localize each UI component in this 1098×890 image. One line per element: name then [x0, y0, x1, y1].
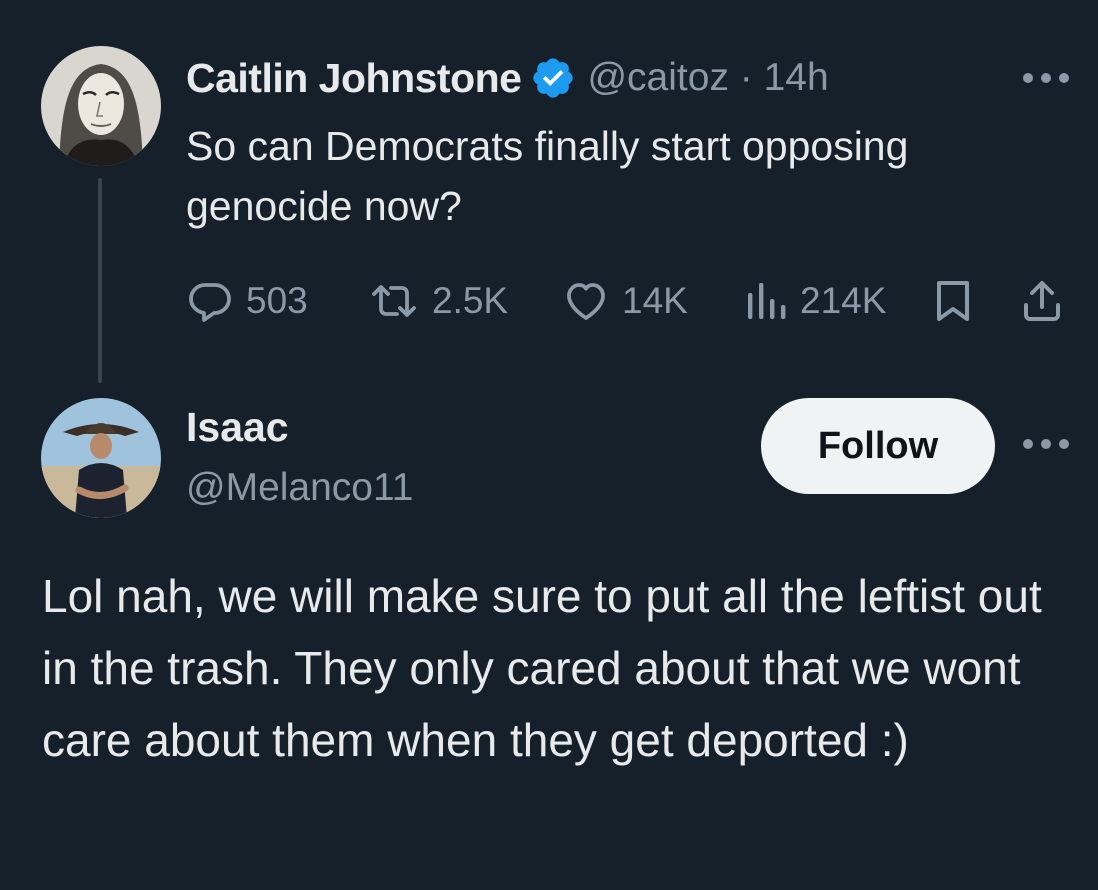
reply-count: 503 [246, 280, 308, 321]
views-icon [748, 283, 786, 319]
views-count: 214K [800, 280, 887, 321]
like-icon [567, 283, 605, 320]
reply-author-display-name[interactable]: Isaac [186, 404, 289, 451]
thread-connector-line [98, 178, 102, 383]
tweet-text: So can Democrats finally start opposing … [186, 123, 909, 229]
author-handle-timestamp[interactable]: @caitoz · 14h [587, 56, 828, 100]
retweet-icon [372, 285, 416, 317]
avatar-isaac[interactable] [41, 398, 161, 518]
share-icon [1024, 281, 1060, 321]
share-button[interactable] [1018, 276, 1066, 326]
tweet-header: Caitlin Johnstone @caitoz · 14h [186, 52, 829, 104]
avatar-caitlin[interactable] [41, 46, 161, 166]
follow-button[interactable]: Follow [761, 398, 995, 494]
bookmark-icon [937, 281, 969, 321]
reply-author-handle[interactable]: @Melanco11 [186, 466, 414, 510]
bookmark-button[interactable] [931, 276, 975, 326]
tweet-action-bar: 503 2.5K 14K 214K [186, 276, 1076, 326]
reply-tweet-text: Lol nah, we will make sure to put all th… [42, 570, 1042, 766]
retweet-button[interactable]: 2.5K [368, 276, 508, 326]
more-icon[interactable] [1018, 424, 1074, 464]
author-display-name[interactable]: Caitlin Johnstone [186, 55, 522, 102]
verified-badge-icon [533, 58, 574, 98]
like-button[interactable]: 14K [562, 276, 688, 326]
retweet-count: 2.5K [432, 280, 509, 321]
reply-icon [189, 283, 231, 322]
views-button[interactable]: 214K [744, 276, 886, 326]
more-icon[interactable] [1018, 58, 1074, 98]
like-count: 14K [622, 280, 688, 321]
reply-button[interactable]: 503 [186, 276, 308, 326]
